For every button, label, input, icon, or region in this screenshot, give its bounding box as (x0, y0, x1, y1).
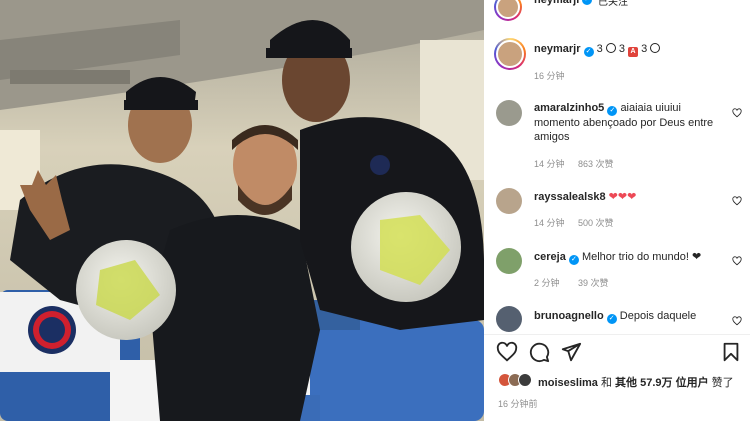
commenter-avatar[interactable] (496, 306, 522, 332)
bookmark-icon[interactable] (720, 341, 742, 363)
comment-like-heart-icon[interactable] (732, 108, 742, 118)
likes-summary: moiseslima 和 其他 57.9万 位用户 赞了 (498, 372, 748, 390)
header-username[interactable]: neymarjr (534, 0, 580, 6)
comment-likes[interactable]: 500 次赞 (578, 216, 614, 229)
a-button-icon: A (628, 47, 639, 57)
post-photo[interactable] (0, 0, 484, 421)
comment-time: 14 分钟 (534, 159, 565, 169)
caption-username[interactable]: neymarjr (534, 43, 580, 55)
commenter-avatar[interactable] (496, 100, 522, 126)
action-bar (484, 334, 750, 368)
soccer-ball-icon (650, 43, 661, 53)
comment-text: ❤❤❤ (608, 191, 637, 203)
verified-icon: ✓ (607, 106, 618, 116)
comment-username[interactable]: cereja (534, 251, 566, 263)
caption: neymarjr ✓ 3 3 A 3 16 分钟 (484, 38, 750, 88)
heart-icon[interactable] (496, 341, 518, 363)
comment-text: Melhor trio do mundo! ❤ (581, 251, 702, 263)
likes-liked: 赞了 (711, 377, 734, 389)
caption-count-3: 3 (641, 43, 648, 55)
comment-item: rayssalealsk8 ❤❤❤ 14 分钟 500 次赞 (484, 188, 750, 232)
comment-icon[interactable] (528, 341, 550, 363)
comment-likes[interactable]: 39 次赞 (578, 276, 609, 289)
caption-time: 16 分钟 (534, 71, 565, 81)
commenter-avatar[interactable] (496, 248, 522, 274)
comment-body: brunoagnello ✓ Depois daquele (534, 309, 724, 324)
likes-and: 和 (600, 377, 612, 389)
comment-like-heart-icon[interactable] (732, 316, 742, 326)
comment-item: cereja ✓ Melhor trio do mundo! ❤ 2 分钟 39… (484, 248, 750, 292)
caption-count-1: 3 (596, 43, 603, 55)
comment-item: brunoagnello ✓ Depois daquele (484, 306, 750, 332)
caption-line: neymarjr ✓ 3 3 A 3 (534, 43, 661, 57)
comment-text: Depois daquele (619, 310, 697, 322)
header-avatar[interactable] (494, 0, 522, 21)
likes-text: moiseslima 和 其他 57.9万 位用户 赞了 (538, 374, 734, 390)
first-liker[interactable]: moiseslima (538, 377, 598, 389)
comment-body: amaralzinho5 ✓ aiaiaia uiuiui momento ab… (534, 101, 724, 144)
comment-time: 14 分钟 (534, 218, 565, 228)
comment-time: 2 分钟 (534, 278, 560, 288)
post-sidebar: neymarjr ✓ 已关注 neymarjr ✓ 3 3 A 3 16 分钟 … (484, 0, 750, 421)
share-icon[interactable] (560, 341, 582, 363)
comment-username[interactable]: rayssalealsk8 (534, 191, 606, 203)
comment-like-heart-icon[interactable] (732, 196, 742, 206)
verified-icon: ✓ (582, 0, 592, 5)
post-header: neymarjr ✓ 已关注 (484, 0, 750, 21)
comment-item: amaralzinho5 ✓ aiaiaia uiuiui momento ab… (484, 100, 750, 170)
verified-icon: ✓ (568, 255, 579, 265)
post-time-ago: 16 分钟前 (498, 399, 538, 409)
liker-avatar (518, 373, 532, 387)
comment-body: cereja ✓ Melhor trio do mundo! ❤ (534, 250, 724, 265)
caption-avatar[interactable] (494, 38, 526, 70)
comment-username[interactable]: brunoagnello (534, 310, 604, 322)
comment-likes[interactable]: 863 次赞 (578, 157, 614, 170)
likes-others[interactable]: 其他 57.9万 位用户 (615, 377, 709, 389)
verified-icon: ✓ (583, 47, 594, 57)
commenter-avatar[interactable] (496, 188, 522, 214)
soccer-ball-icon (605, 43, 616, 53)
follow-status[interactable]: 已关注 (598, 0, 628, 8)
caption-count-2: 3 (618, 43, 625, 55)
comment-username[interactable]: amaralzinho5 (534, 102, 604, 114)
verified-icon: ✓ (606, 314, 617, 324)
photo-illustration (0, 0, 484, 421)
comment-like-heart-icon[interactable] (732, 256, 742, 266)
comment-body: rayssalealsk8 ❤❤❤ (534, 190, 724, 204)
